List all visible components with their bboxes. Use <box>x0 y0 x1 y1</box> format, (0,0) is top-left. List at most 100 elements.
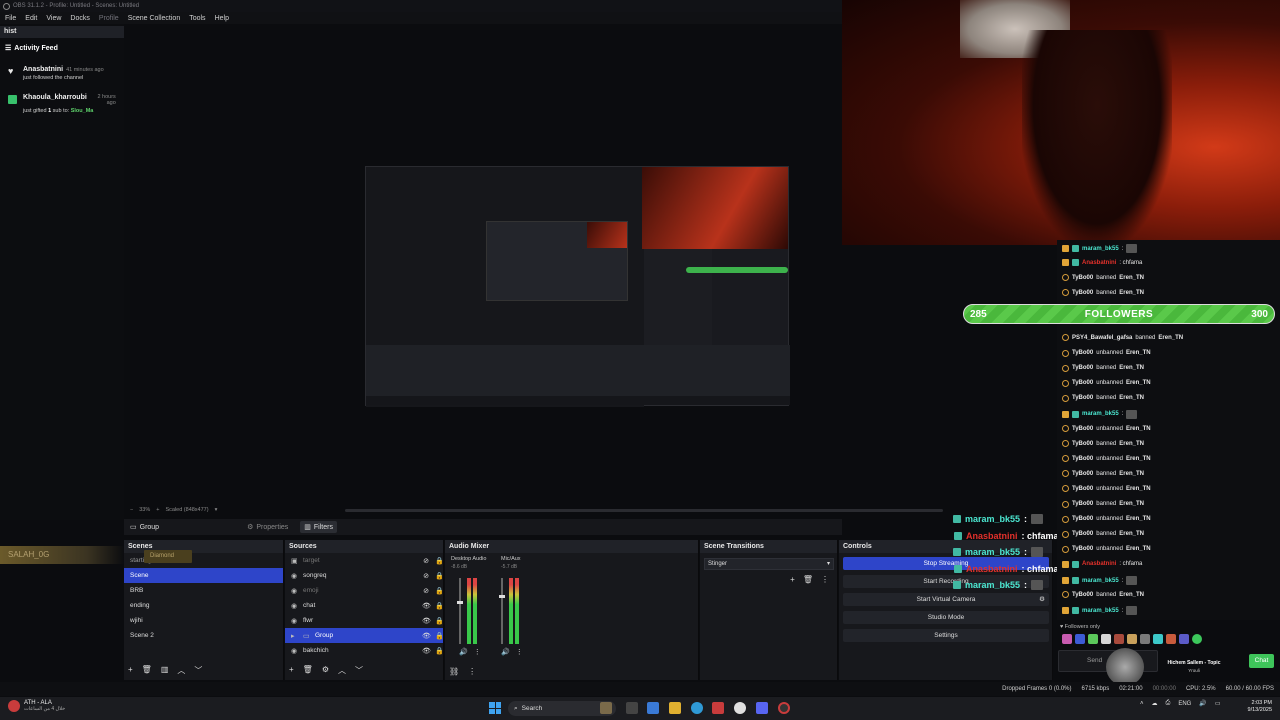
trash-icon[interactable]: 🗑 <box>303 665 313 676</box>
chat-target-user[interactable]: Eren_TN <box>1119 531 1144 537</box>
copilot-icon[interactable] <box>647 702 659 714</box>
menu-view[interactable]: View <box>46 15 61 22</box>
studio-mode-button[interactable]: Studio Mode <box>843 611 1049 624</box>
chat-username[interactable]: TyBo00 <box>1072 380 1093 386</box>
chevron-up-icon[interactable]: ︿ <box>177 665 185 676</box>
network-icon[interactable]: ☁ <box>1152 700 1158 707</box>
emote-icon[interactable] <box>1166 634 1176 644</box>
trash-icon[interactable]: 🗑 <box>142 665 152 676</box>
printer-icon[interactable]: ⎙ <box>1166 700 1171 707</box>
fader-knob[interactable] <box>499 594 505 598</box>
chat-target-user[interactable]: Eren_TN <box>1119 395 1144 401</box>
more-icon[interactable]: ⋮ <box>474 648 481 656</box>
file-explorer-icon[interactable] <box>669 702 681 714</box>
chat-target-user[interactable]: Eren_TN <box>1126 516 1151 522</box>
emote-icon[interactable] <box>1179 634 1189 644</box>
scene-item-scene[interactable]: Scene <box>124 568 283 583</box>
chat-username[interactable]: maram_bk55 <box>1082 411 1119 417</box>
source-item-flwr[interactable]: ◉ flwr 👁 🔒 <box>285 613 444 628</box>
media-widget[interactable]: ATH - ALA خلال 4 من الساعات <box>8 700 65 712</box>
menu-tools[interactable]: Tools <box>189 15 205 22</box>
windows-start-icon[interactable] <box>489 702 501 714</box>
chat-send-button[interactable]: Chat <box>1249 654 1274 668</box>
eye-off-icon[interactable]: ⊘ <box>422 572 430 580</box>
chat-username[interactable]: TyBo00 <box>1072 516 1093 522</box>
chat-username[interactable]: maram_bk55 <box>1082 578 1119 584</box>
eye-icon[interactable]: 👁 <box>422 617 431 625</box>
source-item-target[interactable]: ▣ target ⊘ 🔒 <box>285 553 444 568</box>
chat-target-user[interactable]: Eren_TN <box>1126 486 1151 492</box>
bars-icon[interactable]: ☰ <box>5 44 11 52</box>
start-virtual-camera-button[interactable]: Start Virtual Camera ⚙ <box>843 593 1049 606</box>
lock-icon[interactable]: 🔒 <box>435 647 444 655</box>
chat-username[interactable]: PSY4_Bawafel_gafsa <box>1072 335 1132 341</box>
more-icon[interactable]: ⋮ <box>516 648 523 656</box>
lock-icon[interactable]: 🔒 <box>435 602 444 610</box>
zoom-in-icon[interactable]: + <box>156 507 159 513</box>
chevron-down-icon[interactable]: ﹀ <box>194 665 202 676</box>
lock-icon[interactable]: 🔒 <box>435 557 444 565</box>
chevron-down-icon[interactable]: ﹀ <box>355 665 363 676</box>
more-icon[interactable]: ⋮ <box>468 667 476 676</box>
chat-target-user[interactable]: Eren_TN <box>1119 290 1144 296</box>
eye-off-icon[interactable]: ⊘ <box>422 557 430 565</box>
eye-icon[interactable]: 👁 <box>422 602 431 610</box>
eye-icon[interactable]: 👁 <box>422 647 431 655</box>
source-item-emoji[interactable]: ◉ emoji ⊘ 🔒 <box>285 583 444 598</box>
menu-file[interactable]: File <box>5 15 16 22</box>
chat-username[interactable]: maram_bk55 <box>1082 246 1119 252</box>
eye-off-icon[interactable]: ⊘ <box>422 587 430 595</box>
scene-item-wjihi[interactable]: wjihi <box>124 613 283 628</box>
chat-target-user[interactable]: Eren_TN <box>1119 275 1144 281</box>
emote-icon[interactable] <box>1062 634 1072 644</box>
menu-edit[interactable]: Edit <box>25 15 37 22</box>
source-item-songreq[interactable]: ◉ songreq ⊘ 🔒 <box>285 568 444 583</box>
more-icon[interactable]: ⋮ <box>821 575 829 584</box>
preview-image[interactable] <box>365 166 790 407</box>
emote-icon[interactable] <box>1114 634 1124 644</box>
edge-icon[interactable] <box>691 702 703 714</box>
chat-username[interactable]: TyBo00 <box>1072 546 1093 552</box>
chevron-up-icon[interactable]: ︿ <box>338 665 346 676</box>
source-item-group[interactable]: ▸ ▭ Group 👁 🔒 <box>285 628 444 643</box>
lock-icon[interactable]: 🔒 <box>435 587 444 595</box>
emote-icon[interactable] <box>1192 634 1202 644</box>
chat-username[interactable]: maram_bk55 <box>1082 608 1119 614</box>
chat-target-user[interactable]: Eren_TN <box>1119 592 1144 598</box>
properties-button[interactable]: ⚙ Properties <box>247 523 288 532</box>
language-indicator[interactable]: ENG <box>1178 701 1191 707</box>
menu-profile[interactable]: Profile <box>99 15 119 22</box>
chat-target-user[interactable]: Eren_TN <box>1119 471 1144 477</box>
discord-icon[interactable] <box>756 702 768 714</box>
lock-icon[interactable]: 🔒 <box>435 572 444 580</box>
menu-docks[interactable]: Docks <box>70 15 89 22</box>
trash-icon[interactable]: 🗑 <box>803 575 813 584</box>
lock-icon[interactable]: 🔒 <box>435 632 444 640</box>
speaker-icon[interactable]: 🔊 <box>501 648 510 656</box>
add-icon[interactable]: + <box>790 575 795 584</box>
chat-username[interactable]: TyBo00 <box>1072 275 1093 281</box>
fader-knob[interactable] <box>457 601 463 605</box>
chat-username[interactable]: Anasbatnini <box>1082 561 1116 567</box>
horizontal-scrollbar[interactable] <box>345 509 943 512</box>
chat-target-user[interactable]: Eren_TN <box>1126 350 1151 356</box>
chat-target-user[interactable]: Eren_TN <box>1119 365 1144 371</box>
scene-item-ending[interactable]: ending <box>124 598 283 613</box>
add-icon[interactable]: + <box>289 665 294 676</box>
obs-icon[interactable] <box>778 702 790 714</box>
gear-icon[interactable]: ⚙ <box>322 665 329 676</box>
expand-arrow-icon[interactable]: ▸ <box>291 632 298 640</box>
chat-target-user[interactable]: Eren_TN <box>1126 426 1151 432</box>
chat-username[interactable]: TyBo00 <box>1072 350 1093 356</box>
add-icon[interactable]: + <box>128 665 133 676</box>
emote-icon[interactable] <box>1088 634 1098 644</box>
source-item-chat[interactable]: ◉ chat 👁 🔒 <box>285 598 444 613</box>
taskbar-clock[interactable]: 2:03 PM 9/13/2025 <box>1236 700 1272 714</box>
menu-scene-collection[interactable]: Scene Collection <box>128 15 181 22</box>
speaker-icon[interactable]: 🔊 <box>459 648 468 656</box>
chat-target-user[interactable]: Eren_TN <box>1126 380 1151 386</box>
task-view-icon[interactable] <box>626 702 638 714</box>
chat-username[interactable]: TyBo00 <box>1072 501 1093 507</box>
chat-username[interactable]: TyBo00 <box>1072 290 1093 296</box>
source-item-bakchich[interactable]: ◉ bakchich 👁 🔒 <box>285 643 444 658</box>
